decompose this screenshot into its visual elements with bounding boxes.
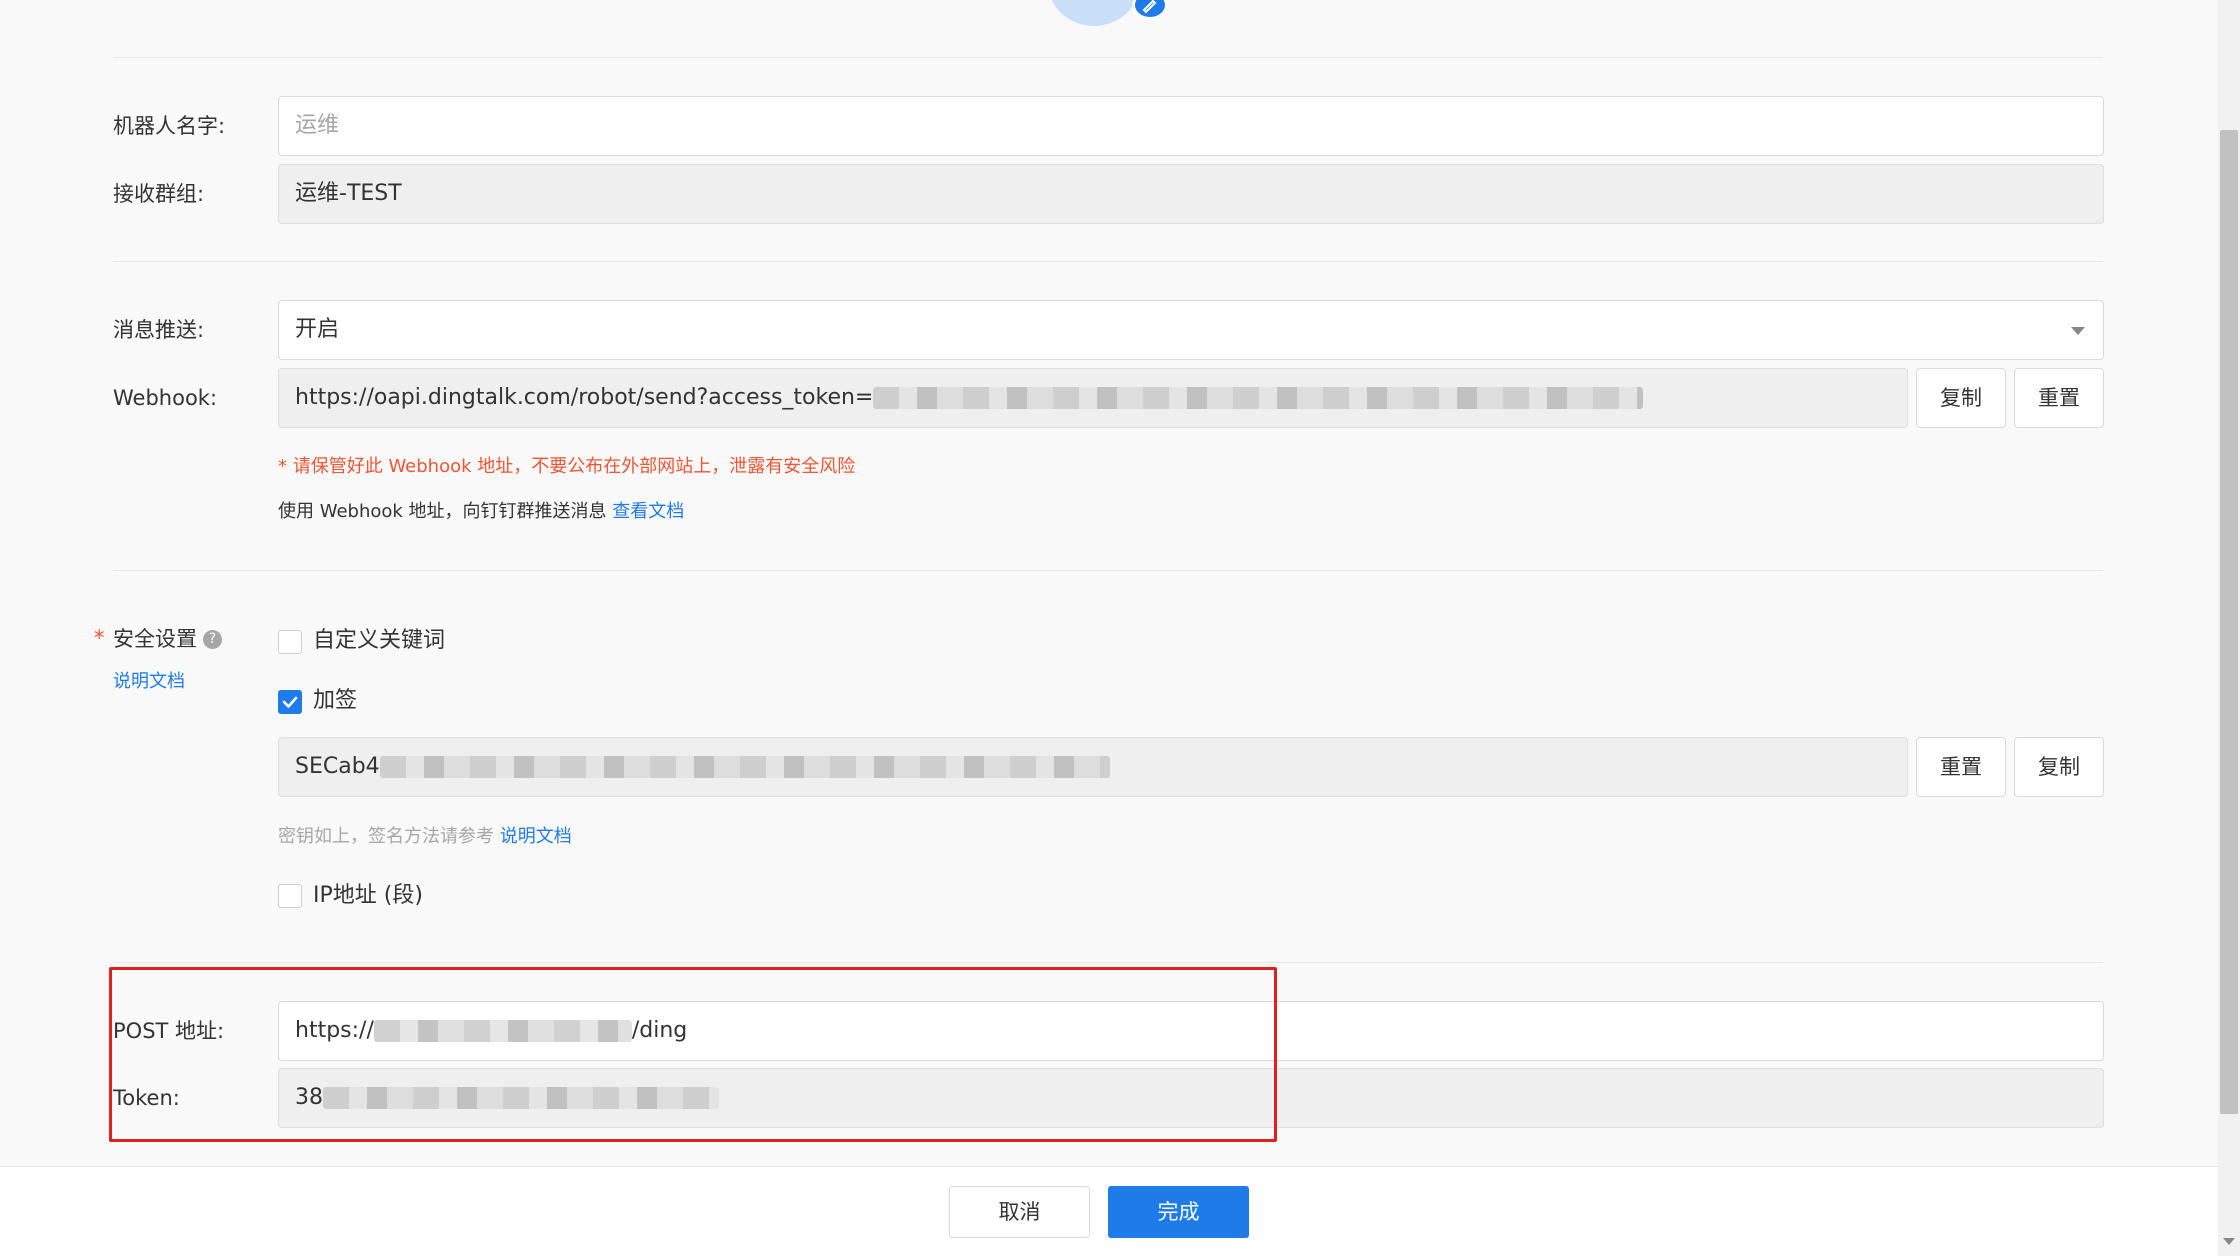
group-label: 接收群组: [113, 182, 205, 206]
group-value: 运维-TEST [295, 181, 402, 206]
help-circle-icon[interactable]: ? [203, 630, 222, 649]
push-select-value: 开启 [295, 317, 340, 342]
sign-label: 加签 [313, 688, 358, 713]
check-icon [282, 696, 298, 708]
webhook-warning: * 请保管好此 Webhook 地址，不要公布在外部网站上，泄露有安全风险 [278, 456, 856, 477]
robot-avatar [1048, 0, 1140, 26]
webhook-copy-button[interactable]: 复制 [1916, 368, 2006, 428]
secret-help-text: 密钥如上，签名方法请参考 [278, 826, 494, 847]
webhook-help-text: 使用 Webhook 地址，向钉钉群推送消息 [278, 501, 607, 522]
required-mark: * [94, 626, 105, 650]
secret-copy-button[interactable]: 复制 [2014, 737, 2104, 797]
webhook-label: Webhook: [113, 386, 218, 410]
cancel-button[interactable]: 取消 [949, 1186, 1090, 1238]
keyword-checkbox[interactable] [278, 630, 302, 654]
redacted-token [873, 387, 1644, 409]
webhook-help: 使用 Webhook 地址，向钉钉群推送消息 查看文档 [278, 497, 684, 523]
secret-reset-button[interactable]: 重置 [1916, 737, 2006, 797]
done-button[interactable]: 完成 [1108, 1186, 1249, 1238]
ip-checkbox[interactable] [278, 884, 302, 908]
keyword-label: 自定义关键词 [313, 628, 446, 653]
redacted-secret [379, 756, 1110, 778]
highlight-box [109, 967, 1277, 1142]
ip-label: IP地址 (段) [313, 883, 423, 908]
group-field: 运维-TEST [278, 164, 2104, 224]
robot-name-input[interactable]: 运维 [278, 96, 2104, 156]
push-select[interactable]: 开启 [278, 300, 2104, 360]
security-doc-link[interactable]: 说明文档 [113, 667, 185, 693]
sign-checkbox[interactable] [278, 690, 302, 714]
webhook-field: https://oapi.dingtalk.com/robot/send?acc… [278, 368, 1908, 428]
secret-value: SECab4 [295, 754, 380, 779]
push-label: 消息推送: [113, 318, 205, 342]
divider [113, 962, 2103, 963]
divider [113, 570, 2103, 571]
security-label: 安全设置 [113, 627, 197, 651]
webhook-reset-button[interactable]: 重置 [2014, 368, 2104, 428]
secret-field: SECab4 [278, 737, 1908, 797]
edit-avatar-icon[interactable] [1132, 0, 1168, 20]
webhook-value: https://oapi.dingtalk.com/robot/send?acc… [295, 385, 874, 410]
scroll-down-icon[interactable] [2223, 1238, 2235, 1245]
secret-help: 密钥如上，签名方法请参考 说明文档 [278, 822, 572, 848]
divider [113, 261, 2103, 262]
webhook-doc-link[interactable]: 查看文档 [612, 501, 684, 522]
robot-name-label: 机器人名字: [113, 114, 226, 138]
divider [113, 57, 2103, 58]
secret-doc-link[interactable]: 说明文档 [500, 826, 572, 847]
robot-name-placeholder: 运维 [295, 113, 340, 138]
scrollbar-thumb[interactable] [2220, 130, 2238, 1114]
chevron-down-icon [2071, 327, 2085, 335]
